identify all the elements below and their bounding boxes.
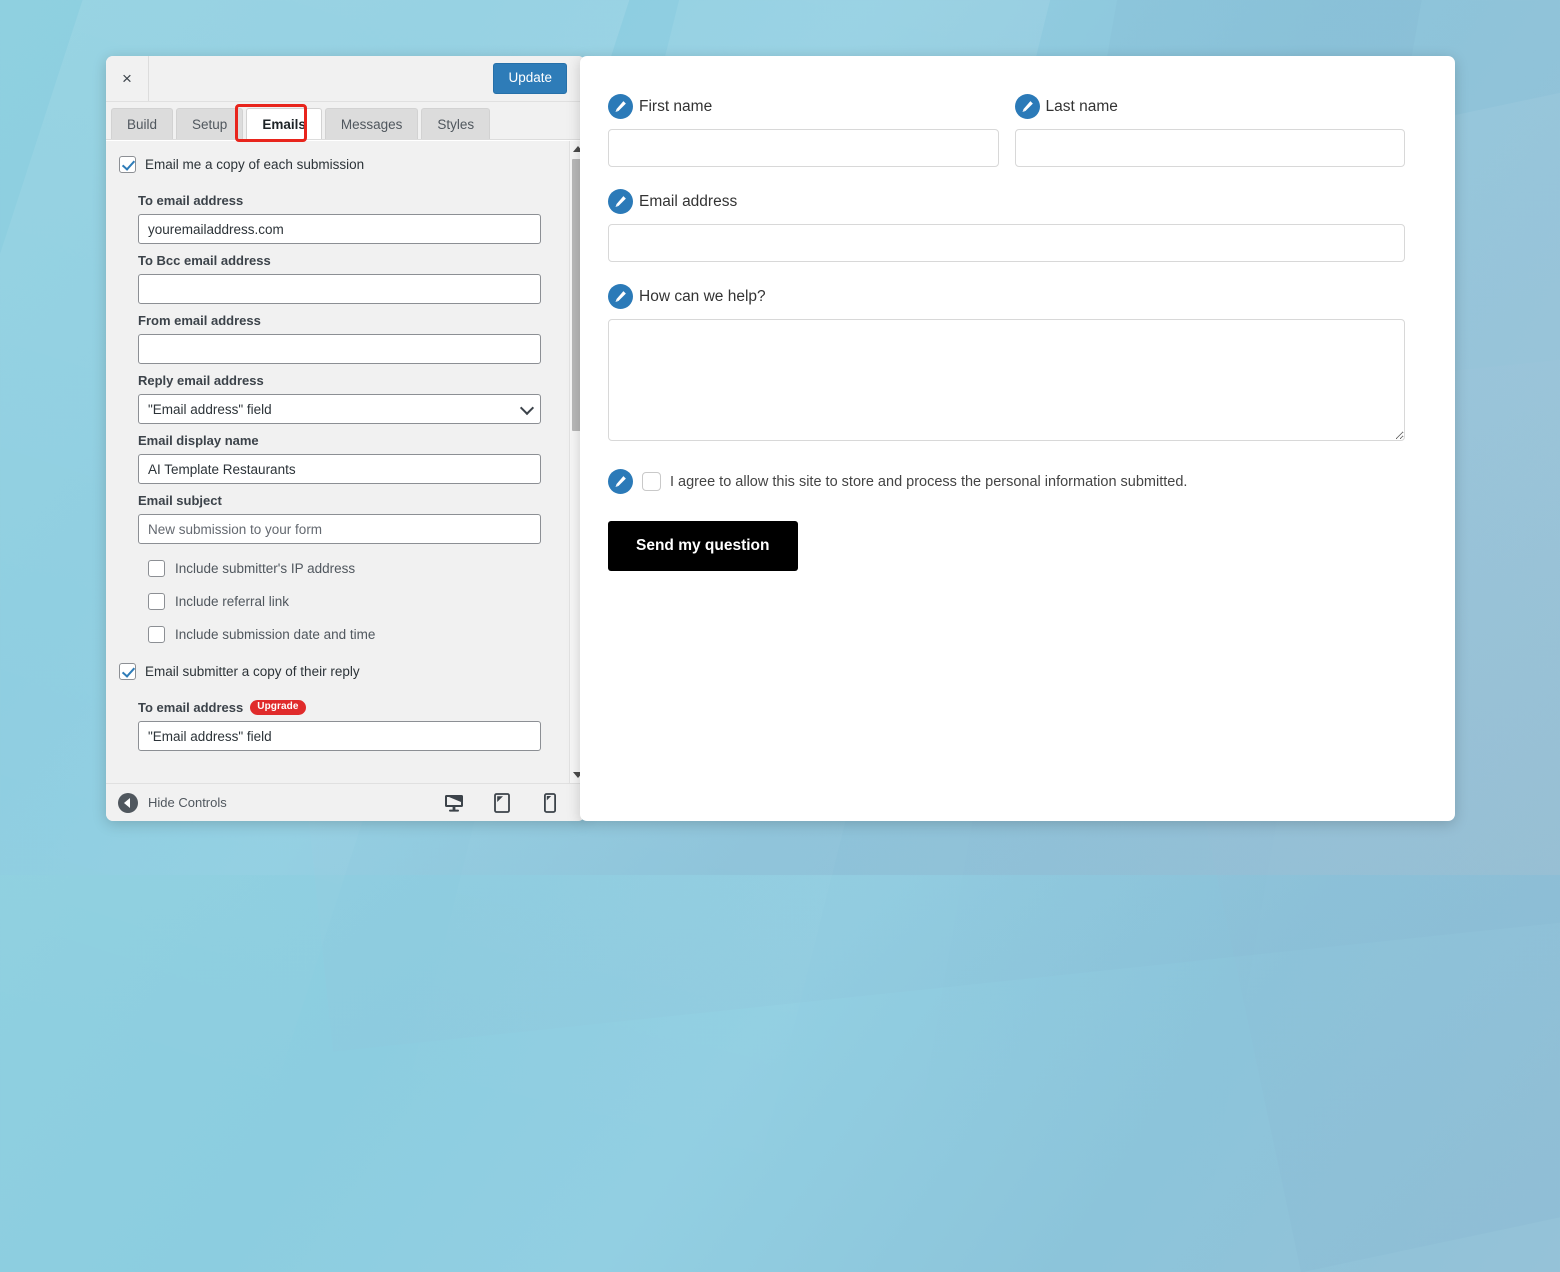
submitter-to-email-label: To email address	[138, 700, 244, 715]
chevron-left-circle-icon	[118, 792, 138, 813]
how-can-we-help-label: How can we help?	[639, 287, 766, 305]
hide-controls-button[interactable]: Hide Controls	[118, 792, 227, 813]
submitter-to-email-value: "Email address" field	[148, 728, 272, 744]
name-row: First name Last name	[608, 94, 1405, 167]
include-ip-address-option[interactable]: Include submitter's IP address	[138, 552, 541, 585]
email-me-copy-label: Email me a copy of each submission	[145, 157, 365, 172]
tab-styles[interactable]: Styles	[421, 108, 491, 139]
email-me-copy-checkbox[interactable]	[119, 156, 136, 173]
email-subject-input[interactable]	[138, 514, 541, 544]
close-icon: ×	[122, 69, 132, 88]
include-submission-datetime-option[interactable]: Include submission date and time	[138, 618, 541, 651]
email-display-name-label: Email display name	[138, 433, 259, 448]
reply-email-address-value: "Email address" field	[148, 401, 272, 417]
first-name-label-line: First name	[608, 94, 999, 119]
include-referral-link-option[interactable]: Include referral link	[138, 585, 541, 618]
include-ip-address-checkbox[interactable]	[148, 560, 165, 577]
to-email-address-input[interactable]	[138, 214, 541, 244]
include-submission-datetime-label: Include submission date and time	[175, 627, 376, 642]
email-address-label: Email address	[639, 192, 738, 210]
submitter-to-email-select-wrap: "Email address" field	[138, 721, 541, 751]
reply-email-address-label: Reply email address	[138, 373, 264, 388]
email-submitter-copy-checkbox[interactable]	[119, 663, 136, 680]
tab-setup-label: Setup	[192, 116, 228, 132]
first-name-field-block: First name	[608, 94, 999, 167]
to-email-address-label: To email address	[138, 193, 244, 208]
consent-checkbox[interactable]	[642, 472, 661, 491]
edit-pencil-icon[interactable]	[608, 284, 633, 309]
include-referral-link-checkbox[interactable]	[148, 593, 165, 610]
email-subject-label: Email subject	[138, 493, 222, 508]
builder-footer: Hide Controls	[106, 783, 585, 821]
from-email-address-input[interactable]	[138, 334, 541, 364]
first-name-input[interactable]	[608, 129, 999, 167]
emails-settings-scroll-area: Email me a copy of each submission To em…	[106, 141, 569, 783]
tab-emails[interactable]: Emails	[246, 108, 322, 139]
how-can-we-help-field-block: How can we help?	[608, 284, 1405, 441]
device-preview-switcher	[443, 792, 561, 814]
edit-pencil-icon[interactable]	[608, 469, 633, 494]
email-submitter-copy-toggle[interactable]: Email submitter a copy of their reply	[106, 658, 569, 685]
builder-topbar: × Update	[106, 56, 585, 102]
tab-emails-label: Emails	[262, 116, 306, 132]
last-name-field-block: Last name	[1014, 94, 1406, 167]
consent-label: I agree to allow this site to store and …	[670, 473, 1188, 490]
emails-settings-body: Email me a copy of each submission To em…	[106, 140, 585, 783]
form-preview-panel: First name Last name Email address How c…	[580, 56, 1455, 821]
update-button-wrap: Update	[493, 56, 585, 101]
tab-build[interactable]: Build	[111, 108, 174, 139]
email-submitter-copy-label: Email submitter a copy of their reply	[145, 664, 360, 679]
close-builder-button[interactable]: ×	[106, 56, 149, 101]
submitter-to-email-select[interactable]: "Email address" field	[138, 721, 541, 751]
reply-email-address-select[interactable]: "Email address" field	[138, 394, 541, 424]
include-referral-link-label: Include referral link	[175, 594, 290, 609]
tablet-preview-icon[interactable]	[491, 792, 513, 814]
how-can-we-help-textarea[interactable]	[608, 319, 1405, 441]
submitter-to-email-label-row: To email address Upgrade	[138, 700, 541, 715]
submitter-notification-fields: To email address Upgrade "Email address"…	[106, 685, 569, 753]
tab-build-label: Build	[127, 116, 158, 132]
admin-notification-fields: To email address To Bcc email address Fr…	[106, 178, 569, 653]
email-address-input[interactable]	[608, 224, 1405, 262]
send-my-question-button[interactable]: Send my question	[608, 521, 798, 571]
email-address-label-line: Email address	[608, 189, 1405, 214]
from-email-address-label: From email address	[138, 313, 261, 328]
form-preview-content: First name Last name Email address How c…	[580, 56, 1455, 571]
edit-pencil-icon[interactable]	[608, 94, 633, 119]
tab-messages-label: Messages	[340, 116, 403, 132]
consent-row: I agree to allow this site to store and …	[608, 469, 1405, 494]
mobile-preview-icon[interactable]	[539, 792, 561, 814]
update-button[interactable]: Update	[493, 62, 567, 95]
include-ip-address-label: Include submitter's IP address	[175, 561, 356, 576]
tab-styles-label: Styles	[437, 116, 475, 132]
email-display-name-input[interactable]	[138, 454, 541, 484]
to-bcc-email-address-label: To Bcc email address	[138, 253, 271, 268]
to-bcc-email-address-input[interactable]	[138, 274, 541, 304]
how-can-we-help-label-line: How can we help?	[608, 284, 1405, 309]
edit-pencil-icon[interactable]	[608, 189, 633, 214]
last-name-label-line: Last name	[1014, 94, 1406, 119]
last-name-label: Last name	[1045, 97, 1118, 115]
tab-setup[interactable]: Setup	[176, 108, 244, 139]
builder-tabbar: Build Setup Emails Messages Styles	[106, 102, 585, 142]
email-address-field-block: Email address	[608, 189, 1405, 262]
form-builder-panel: × Update Build Setup Emails Messages Sty…	[106, 56, 585, 821]
include-submission-datetime-checkbox[interactable]	[148, 626, 165, 643]
email-me-copy-toggle[interactable]: Email me a copy of each submission	[106, 151, 569, 178]
reply-email-address-select-wrap: "Email address" field	[138, 394, 541, 424]
first-name-label: First name	[639, 97, 713, 115]
upgrade-badge[interactable]: Upgrade	[250, 700, 306, 715]
tab-messages[interactable]: Messages	[324, 108, 419, 139]
hide-controls-label: Hide Controls	[148, 795, 227, 810]
last-name-input[interactable]	[1014, 129, 1405, 167]
desktop-preview-icon[interactable]	[443, 792, 465, 814]
edit-pencil-icon[interactable]	[1014, 94, 1040, 119]
